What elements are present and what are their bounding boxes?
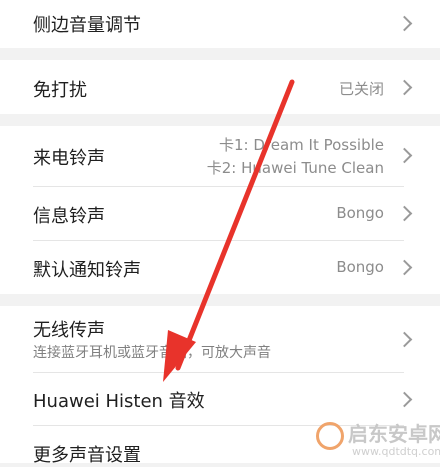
wireless-row[interactable]: 无线传声 连接蓝牙耳机或蓝牙音箱，可放大声音 [0, 306, 440, 372]
ringtone-group: 来电铃声 卡1: Dream It Possible 卡2: Huawei Tu… [0, 126, 440, 294]
message-tone-title: 信息铃声 [33, 206, 105, 227]
watermark-logo-icon [316, 422, 344, 450]
chevron-right-icon [396, 79, 413, 96]
message-tone-value: Bongo [336, 204, 384, 222]
ringtone-row[interactable]: 来电铃声 卡1: Dream It Possible 卡2: Huawei Tu… [0, 126, 440, 186]
watermark: 启东安卓网 www.qdtdtq.com [312, 418, 440, 463]
ringtone-card2: 卡2: Huawei Tune Clean [206, 159, 384, 177]
wireless-subtitle: 连接蓝牙耳机或蓝牙音箱，可放大声音 [33, 345, 271, 361]
notification-tone-value: Bongo [336, 258, 384, 276]
more-sound-title: 更多声音设置 [33, 445, 141, 466]
dnd-row[interactable]: 免打扰 已关闭 [0, 60, 440, 114]
dnd-group: 免打扰 已关闭 [0, 60, 440, 114]
side-volume-group: 侧边音量调节 [0, 0, 440, 48]
ringtone-card1: 卡1: Dream It Possible [218, 136, 384, 154]
message-tone-row[interactable]: 信息铃声 Bongo [0, 187, 440, 240]
ringtone-title: 来电铃声 [33, 148, 105, 169]
dnd-title: 免打扰 [33, 80, 87, 101]
chevron-right-icon [396, 15, 413, 32]
notification-tone-row[interactable]: 默认通知铃声 Bongo [0, 241, 440, 294]
chevron-right-icon [396, 259, 413, 276]
chevron-right-icon [396, 391, 413, 408]
watermark-url: www.qdtdtq.com [352, 445, 440, 458]
chevron-right-icon [396, 331, 413, 348]
wireless-title: 无线传声 [33, 320, 105, 341]
dnd-value: 已关闭 [338, 80, 384, 98]
notification-tone-title: 默认通知铃声 [33, 260, 141, 281]
watermark-name: 启东安卓网 [348, 422, 440, 446]
side-volume-title: 侧边音量调节 [33, 15, 141, 36]
chevron-right-icon [396, 147, 413, 164]
histen-title: Huawei Histen 音效 [33, 391, 205, 412]
chevron-right-icon [396, 205, 413, 222]
side-volume-row[interactable]: 侧边音量调节 [0, 0, 440, 48]
